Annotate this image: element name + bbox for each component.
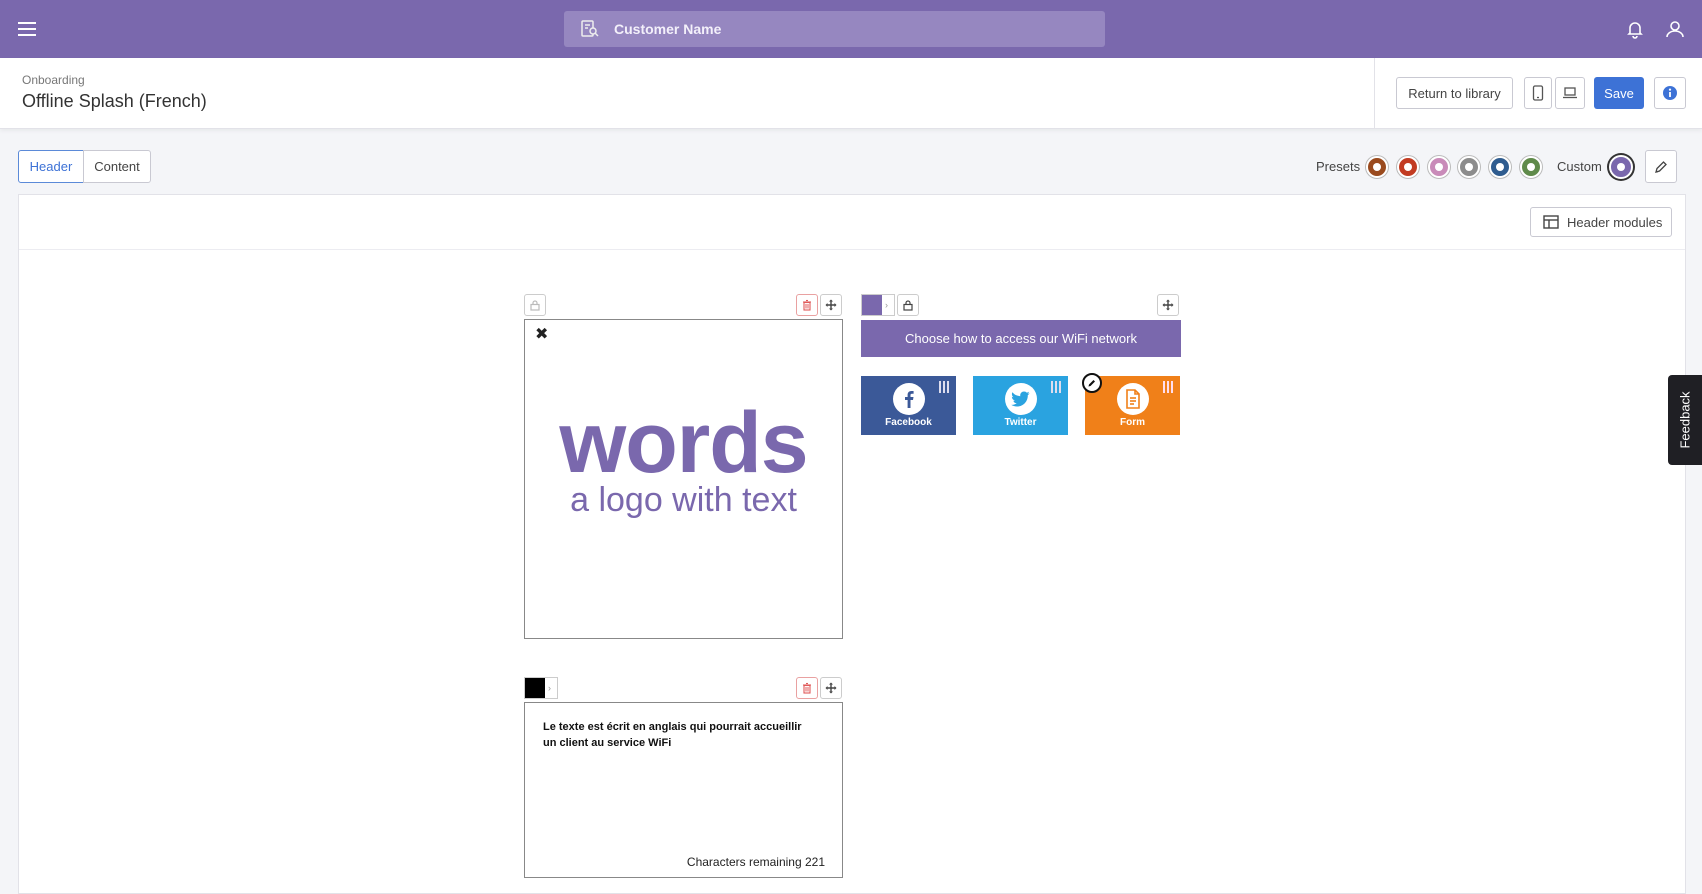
- text-color-chip: [525, 678, 545, 698]
- page-header: Onboarding Offline Splash (French) Retur…: [0, 58, 1702, 129]
- facebook-login-tile[interactable]: Facebook: [861, 376, 956, 435]
- twitter-login-tile[interactable]: Twitter: [973, 376, 1068, 435]
- text-module-body[interactable]: Le texte est écrit en anglais qui pourra…: [543, 719, 813, 751]
- lock-button[interactable]: [897, 294, 919, 316]
- feedback-tab[interactable]: Feedback: [1668, 375, 1702, 465]
- trash-icon: [803, 682, 811, 694]
- chevron-right-icon: ›: [885, 300, 888, 310]
- move-handle[interactable]: [1157, 294, 1179, 316]
- text-module[interactable]: Le texte est écrit en anglais qui pourra…: [524, 702, 843, 878]
- wifi-color-chip: [862, 295, 882, 315]
- tile-label: Facebook: [885, 417, 932, 428]
- layout-icon: [1543, 215, 1559, 229]
- lock-icon: [903, 300, 913, 311]
- logo-tagline: a logo with text: [570, 481, 797, 519]
- info-button[interactable]: [1654, 77, 1686, 109]
- info-icon: [1663, 86, 1677, 100]
- custom-label: Custom: [1557, 159, 1602, 174]
- tab-header[interactable]: Header: [18, 150, 84, 183]
- presets-label: Presets: [1316, 159, 1361, 174]
- save-button[interactable]: Save: [1594, 77, 1644, 109]
- editor-panel: Header modules: [18, 194, 1686, 894]
- tile-label: Twitter: [1004, 417, 1037, 428]
- remove-logo-icon[interactable]: ✖: [535, 324, 548, 344]
- customer-search[interactable]: Customer Name: [564, 11, 1105, 47]
- drag-grip-icon[interactable]: [1162, 381, 1174, 393]
- drag-grip-icon[interactable]: [1050, 381, 1062, 393]
- preset-swatch[interactable]: [1366, 156, 1388, 178]
- user-icon[interactable]: [1664, 18, 1686, 40]
- header-divider: [1374, 58, 1375, 129]
- lock-icon: [530, 300, 540, 311]
- logo-word: words: [559, 395, 808, 491]
- delete-button[interactable]: [796, 294, 818, 316]
- tile-label: Form: [1120, 417, 1145, 428]
- panel-toolbar: Header modules: [19, 195, 1685, 250]
- move-icon: [1162, 299, 1174, 311]
- top-bar: Customer Name: [0, 0, 1702, 58]
- text-color-picker[interactable]: ›: [524, 677, 558, 699]
- preset-swatch[interactable]: [1428, 156, 1450, 178]
- preset-swatch[interactable]: [1458, 156, 1480, 178]
- mobile-icon: [1532, 85, 1544, 101]
- wifi-heading[interactable]: Choose how to access our WiFi network: [861, 320, 1181, 357]
- tab-content[interactable]: Content: [83, 150, 151, 183]
- edit-theme-button[interactable]: [1645, 150, 1677, 183]
- drag-grip-icon[interactable]: [938, 381, 950, 393]
- mobile-preview-button[interactable]: [1524, 77, 1552, 109]
- trash-icon: [803, 299, 811, 311]
- header-modules-button[interactable]: Header modules: [1530, 207, 1672, 237]
- breadcrumb[interactable]: Onboarding: [22, 73, 85, 87]
- move-handle[interactable]: [820, 294, 842, 316]
- laptop-icon: [1563, 87, 1577, 99]
- move-handle[interactable]: [820, 677, 842, 699]
- chevron-right-icon: ›: [548, 683, 551, 693]
- logo-module[interactable]: ✖ words a logo with text: [524, 319, 843, 639]
- customer-search-icon: [580, 19, 600, 39]
- menu-icon[interactable]: [14, 16, 40, 42]
- return-to-library-button[interactable]: Return to library: [1396, 77, 1513, 109]
- twitter-icon: [1005, 383, 1037, 415]
- page-title: Offline Splash (French): [22, 91, 207, 111]
- preset-swatch[interactable]: [1520, 156, 1542, 178]
- delete-button[interactable]: [796, 677, 818, 699]
- header-modules-label: Header modules: [1567, 214, 1663, 230]
- preset-swatch[interactable]: [1397, 156, 1419, 178]
- facebook-icon: [893, 383, 925, 415]
- feedback-label: Feedback: [1677, 391, 1693, 449]
- character-counter: Characters remaining 221: [686, 855, 825, 869]
- lock-button[interactable]: [524, 294, 546, 316]
- preset-swatch[interactable]: [1489, 156, 1511, 178]
- bell-icon[interactable]: [1624, 18, 1646, 40]
- form-icon: [1117, 383, 1149, 415]
- move-icon: [825, 299, 837, 311]
- move-icon: [825, 682, 837, 694]
- customer-search-placeholder: Customer Name: [614, 21, 722, 37]
- desktop-preview-button[interactable]: [1555, 77, 1585, 109]
- pencil-icon: [1655, 160, 1667, 173]
- wifi-color-picker[interactable]: ›: [861, 294, 895, 316]
- custom-color-swatch[interactable]: [1609, 155, 1633, 179]
- edit-tile-icon[interactable]: [1082, 373, 1102, 393]
